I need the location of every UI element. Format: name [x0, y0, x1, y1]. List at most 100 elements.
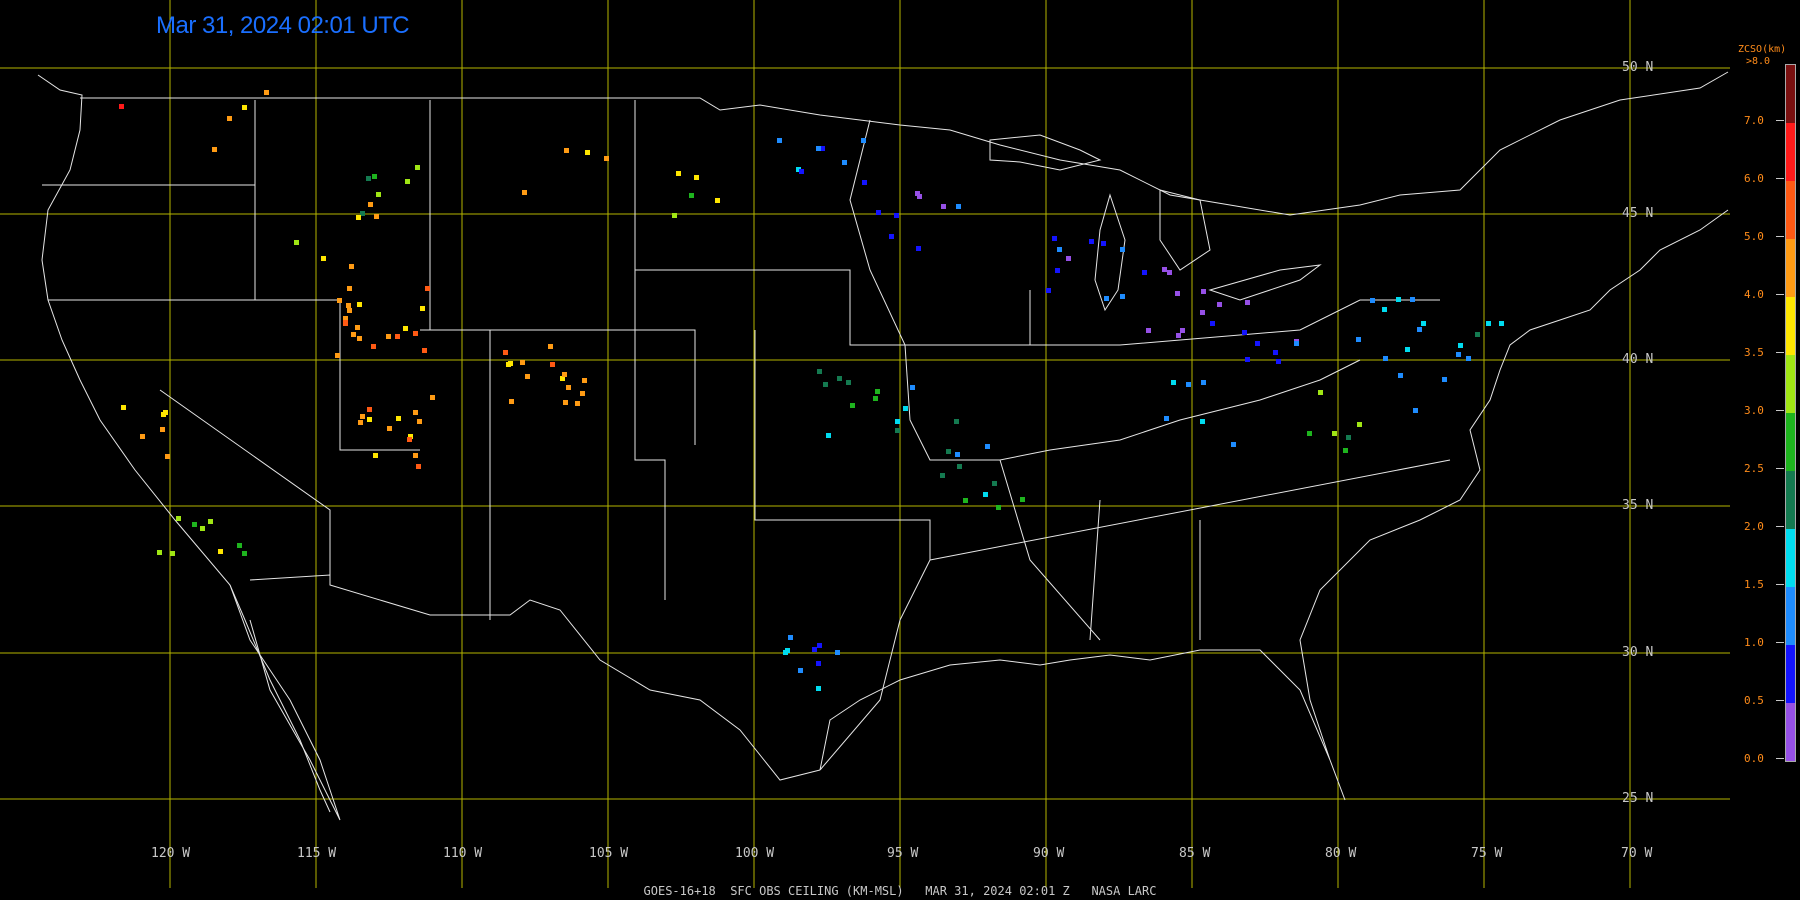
station-marker [415, 165, 420, 170]
lon-label-115: 115 W [297, 846, 337, 861]
lat-label-25: 25 N [1622, 791, 1654, 806]
station-marker [1410, 297, 1415, 302]
station-marker [1442, 377, 1447, 382]
legend-color-segment [1786, 529, 1795, 587]
station-marker [817, 643, 822, 648]
legend-label: 5.0 [1744, 230, 1764, 243]
station-marker [1167, 270, 1172, 275]
legend-color-segment [1786, 703, 1795, 761]
baja-coast [229, 584, 341, 821]
legend-color-segment [1786, 471, 1795, 529]
lon-label-105: 105 W [589, 846, 629, 861]
station-marker [604, 156, 609, 161]
station-marker [420, 306, 425, 311]
station-marker [889, 234, 894, 239]
state-outlines [37, 71, 1729, 821]
station-marker [1458, 343, 1463, 348]
station-marker [237, 543, 242, 548]
station-marker [357, 336, 362, 341]
station-marker [1499, 321, 1504, 326]
station-marker [1210, 321, 1215, 326]
station-marker [503, 350, 508, 355]
station-marker [367, 417, 372, 422]
station-marker [1180, 328, 1185, 333]
station-marker [416, 464, 421, 469]
station-marker [1055, 268, 1060, 273]
station-marker [895, 419, 900, 424]
station-marker [386, 334, 391, 339]
station-marker [873, 396, 878, 401]
station-marker [1398, 373, 1403, 378]
station-marker [355, 325, 360, 330]
station-marker [1343, 448, 1348, 453]
station-marker [826, 433, 831, 438]
station-marker [176, 516, 181, 521]
station-marker [294, 240, 299, 245]
station-marker [861, 138, 866, 143]
station-marker [580, 391, 585, 396]
station-marker [575, 401, 580, 406]
station-marker [396, 416, 401, 421]
station-marker [916, 246, 921, 251]
legend-label: 6.0 [1744, 172, 1764, 185]
station-marker [374, 214, 379, 219]
legend-top-label: >8.0 [1746, 56, 1771, 67]
lat-label-50: 50 N [1622, 60, 1654, 75]
station-marker [895, 428, 900, 433]
station-marker [140, 434, 145, 439]
station-marker [405, 179, 410, 184]
station-marker [227, 116, 232, 121]
state-line-10 [159, 389, 331, 575]
station-marker [715, 198, 720, 203]
station-marker [694, 175, 699, 180]
legend-color-segment [1786, 355, 1795, 413]
station-marker [413, 410, 418, 415]
legend-tick [1776, 410, 1784, 411]
legend-color-segment [1786, 65, 1795, 123]
station-marker [1164, 416, 1169, 421]
station-marker [1475, 332, 1480, 337]
legend-tick [1776, 236, 1784, 237]
station-marker [1396, 297, 1401, 302]
station-marker [1066, 256, 1071, 261]
ceiling-map [0, 0, 1730, 888]
gulf-coast [819, 649, 1346, 801]
legend-color-segment [1786, 239, 1795, 297]
legend-tick [1776, 584, 1784, 585]
station-marker [564, 148, 569, 153]
station-marker [157, 550, 162, 555]
station-marker [1332, 431, 1337, 436]
station-marker [1242, 330, 1247, 335]
station-marker [425, 286, 430, 291]
station-marker [1231, 442, 1236, 447]
lon-label-85: 85 W [1179, 846, 1211, 861]
station-marker [208, 519, 213, 524]
legend-title: ZCSO(km) [1738, 44, 1787, 55]
station-marker [956, 204, 961, 209]
station-marker [1421, 321, 1426, 326]
station-marker [1217, 302, 1222, 307]
state-line-5 [635, 269, 1031, 346]
station-marker [1276, 359, 1281, 364]
station-marker [376, 192, 381, 197]
station-marker [1255, 341, 1260, 346]
station-marker [422, 348, 427, 353]
station-marker [585, 150, 590, 155]
station-marker [1200, 419, 1205, 424]
legend-label: 1.5 [1744, 578, 1764, 591]
lon-label-95: 95 W [887, 846, 919, 861]
station-marker [816, 686, 821, 691]
station-marker [983, 492, 988, 497]
station-marker [957, 464, 962, 469]
legend-tick [1776, 178, 1784, 179]
lake-michigan [1094, 193, 1126, 312]
station-marker [788, 635, 793, 640]
station-marker [1175, 291, 1180, 296]
station-marker [520, 360, 525, 365]
station-marker [349, 264, 354, 269]
station-marker [799, 169, 804, 174]
station-marker [163, 410, 168, 415]
station-marker [1101, 241, 1106, 246]
station-marker [119, 104, 124, 109]
station-marker [837, 376, 842, 381]
